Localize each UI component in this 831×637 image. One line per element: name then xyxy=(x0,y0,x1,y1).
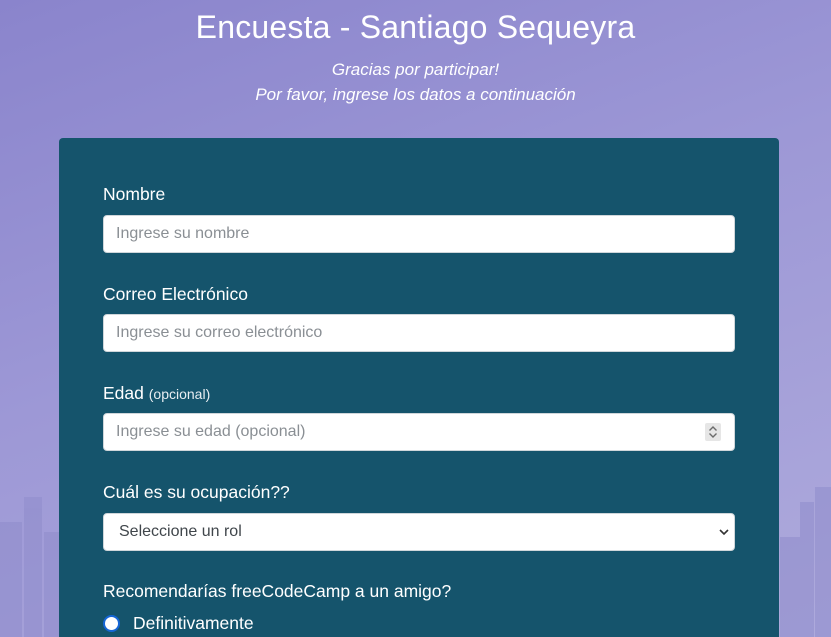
age-input[interactable]: Ingrese su edad (opcional) xyxy=(103,413,735,451)
age-input-placeholder: Ingrese su edad (opcional) xyxy=(116,423,306,440)
number-spinner-icon[interactable] xyxy=(705,423,721,441)
recommend-question: Recomendarías freeCodeCamp a un amigo? xyxy=(103,581,452,601)
role-select-value: Seleccione un rol xyxy=(119,523,242,540)
age-label-text: Edad xyxy=(103,383,144,403)
description-line-1: Gracias por participar! xyxy=(331,60,500,79)
name-label: Nombre xyxy=(103,184,166,204)
role-label: Cuál es su ocupación?? xyxy=(103,482,290,502)
age-optional-note: (opcional) xyxy=(148,386,211,402)
description-line-2: Por favor, ingrese los datos a continuac… xyxy=(255,85,576,104)
page-title: Encuesta - Santiago Sequeyra xyxy=(195,9,636,45)
name-input-placeholder: Ingrese su nombre xyxy=(116,225,250,242)
email-input-placeholder: Ingrese su correo electrónico xyxy=(116,324,323,341)
radio-button[interactable] xyxy=(103,615,120,632)
recommend-option-label: Definitivamente xyxy=(133,613,254,633)
name-input[interactable]: Ingrese su nombre xyxy=(103,215,735,253)
email-label: Correo Electrónico xyxy=(103,284,248,304)
age-label: Edad (opcional) xyxy=(103,383,210,404)
email-input[interactable]: Ingrese su correo electrónico xyxy=(103,314,735,352)
role-select[interactable]: Seleccione un rol xyxy=(103,513,735,551)
chevron-down-icon xyxy=(719,529,729,536)
survey-form: Nombre Ingrese su nombre Correo Electrón… xyxy=(59,138,779,637)
